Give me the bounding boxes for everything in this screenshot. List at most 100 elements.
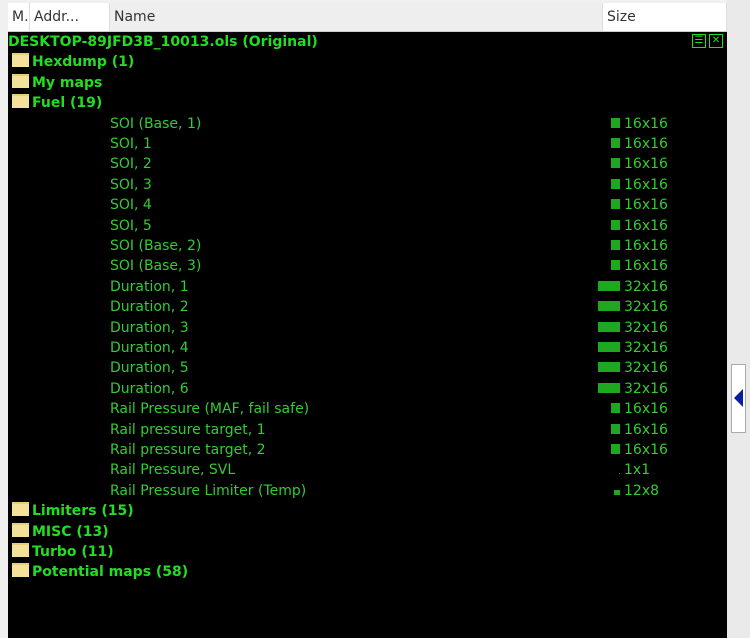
size-label: 32x16 [624,340,668,356]
arrow-left-icon [734,389,743,407]
size-swatch [611,444,620,454]
size-swatch [598,301,620,312]
size-label: 16x16 [624,197,668,214]
map-item[interactable]: SOI (Base, 1) [110,114,201,134]
close-icon[interactable]: ✕ [709,34,723,48]
size-swatch [611,158,620,169]
folder-icon [12,563,29,578]
size-label: 16x16 [624,258,668,275]
project-root[interactable]: DESKTOP-89JFD3B_10013.ols (Original) [8,32,318,52]
size-swatch [598,280,620,291]
map-size: 16x16 [611,195,668,215]
size-swatch [614,489,620,495]
folder-item[interactable]: Hexdump (1) [8,52,134,72]
size-label: 32x16 [624,319,668,336]
folder-icon [12,502,29,517]
map-size: 32x16 [598,358,668,378]
map-item[interactable]: Rail Pressure Limiter (Temp) [110,481,306,501]
map-item[interactable]: SOI (Base, 3) [110,256,201,276]
folder-item[interactable]: Fuel (19) [8,93,102,113]
map-item[interactable]: Rail Pressure, SVL [110,460,235,480]
folder-item[interactable]: My maps [8,73,102,93]
folder-item[interactable]: MISC (13) [8,522,109,542]
collapse-panel-tab[interactable] [731,364,746,433]
col-address[interactable]: Addr... [30,3,110,31]
size-label: 16x16 [624,115,668,132]
size-label: 16x16 [624,136,668,152]
size-label: 32x16 [624,278,668,295]
size-label: 32x16 [624,299,668,316]
folder-label: My maps [32,74,103,91]
map-item[interactable]: Duration, 2 [110,297,189,317]
map-item[interactable]: Duration, 6 [110,379,189,399]
size-swatch [598,382,620,393]
folder-label: Limiters (15) [32,503,134,520]
folder-item[interactable]: Limiters (15) [8,501,134,521]
folder-icon [12,94,29,109]
folder-label: MISC (13) [32,523,109,540]
map-size: 1x1 [619,460,650,480]
side-strip [727,0,750,638]
size-swatch [619,473,620,475]
map-size: 32x16 [598,379,668,399]
size-swatch [598,362,620,373]
map-item[interactable]: Duration, 1 [110,277,189,297]
map-item[interactable]: Duration, 3 [110,318,189,338]
map-item[interactable]: Rail pressure target, 2 [110,440,266,460]
map-size: 16x16 [611,134,668,154]
size-swatch [611,117,620,128]
map-size: 12x8 [614,481,659,501]
map-size: 16x16 [611,440,668,460]
folder-label: Potential maps (58) [32,564,189,581]
folder-item[interactable]: Potential maps (58) [8,562,188,582]
map-item[interactable]: SOI, 5 [110,216,152,236]
map-item[interactable]: SOI, 1 [110,134,152,154]
size-swatch [611,138,620,148]
map-item[interactable]: Duration, 5 [110,358,189,378]
map-size: 32x16 [598,277,668,297]
size-swatch [598,321,620,332]
map-item[interactable]: Rail Pressure (MAF, fail safe) [110,399,309,419]
size-label: 16x16 [624,217,668,234]
size-swatch [611,219,620,230]
map-size: 32x16 [598,318,668,338]
folder-item[interactable]: Turbo (11) [8,542,114,562]
folder-icon [12,522,29,537]
map-tree[interactable]: DESKTOP-89JFD3B_10013.ols (Original) ☰ ✕ … [8,32,727,638]
map-size: 16x16 [611,114,668,134]
col-m[interactable]: M. [8,3,30,31]
size-label: 16x16 [624,238,668,254]
map-size: 16x16 [611,420,668,440]
size-label: 12x8 [624,482,660,499]
map-item[interactable]: Duration, 4 [110,338,189,358]
folder-label: Fuel (19) [32,95,103,112]
folder-label: Hexdump (1) [32,54,135,71]
map-size: 16x16 [611,175,668,195]
folder-icon [12,543,29,557]
map-size: 16x16 [611,236,668,256]
size-swatch [611,199,620,210]
map-item[interactable]: SOI, 3 [110,175,152,195]
size-label: 16x16 [624,176,668,193]
map-item[interactable]: Rail pressure target, 1 [110,420,266,440]
size-label: 16x16 [624,156,668,173]
size-swatch [611,178,620,189]
size-swatch [611,403,620,414]
size-label: 16x16 [624,442,668,458]
map-item[interactable]: SOI, 4 [110,195,152,215]
map-size: 16x16 [611,256,668,276]
map-item[interactable]: SOI, 2 [110,154,152,174]
size-swatch [598,342,620,352]
map-size: 32x16 [598,338,668,358]
folder-icon [12,53,29,68]
size-swatch [611,240,620,250]
size-label: 32x16 [624,380,668,397]
size-label: 1x1 [624,462,651,479]
map-item[interactable]: SOI (Base, 2) [110,236,201,256]
col-name[interactable]: Name [110,3,603,31]
folder-label: Turbo (11) [32,544,114,560]
map-size: 16x16 [611,216,668,236]
col-size[interactable]: Size [603,3,727,31]
column-header: M. Addr... Name Size [8,3,727,32]
list-icon[interactable]: ☰ [692,34,706,48]
